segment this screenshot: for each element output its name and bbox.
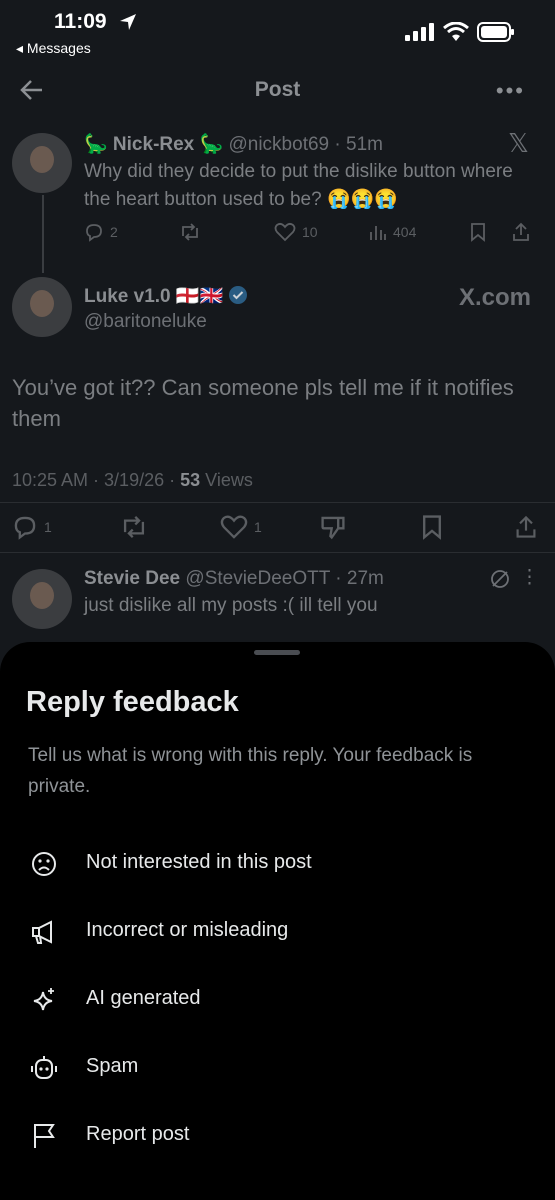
repost-button[interactable] <box>179 222 274 242</box>
sparkle-icon <box>33 988 54 1011</box>
page-title: Post <box>254 78 301 101</box>
parent-display-name[interactable]: 🦕 Nick-Rex 🦕 <box>84 134 223 155</box>
share-icon[interactable] <box>514 515 538 539</box>
divider <box>0 502 555 503</box>
sheet-drag-handle[interactable] <box>254 650 300 655</box>
avatar-luke[interactable] <box>12 277 72 337</box>
views-count: 404 <box>393 224 417 240</box>
post-timestamp: 10:25 AM · 3/19/26 · <box>12 470 176 490</box>
battery-icon <box>477 22 514 42</box>
heart-icon <box>220 515 248 539</box>
reply-post-text: just dislike all my posts :( ill tell yo… <box>84 595 378 616</box>
grok-icon[interactable] <box>489 568 511 590</box>
reply-icon <box>86 224 102 242</box>
post-page: 11:09 ◂ Messages Post ••• 🦕 Nick-Rex 🦕 @… <box>0 0 555 1200</box>
repost-icon <box>182 223 198 241</box>
repost-icon <box>123 516 145 538</box>
like-count: 10 <box>302 224 318 240</box>
main-reply-button[interactable]: 1 <box>12 514 120 540</box>
main-like-button[interactable]: 1 <box>220 514 320 540</box>
reply-display-name[interactable]: Stevie Dee <box>84 568 180 589</box>
option-label: Report post <box>86 1123 190 1145</box>
reply-feedback-sheet: Reply feedback Tell us what is wrong wit… <box>0 642 555 1200</box>
status-time: 11:09 <box>54 10 107 33</box>
share-icon[interactable] <box>511 222 531 242</box>
flag-icon <box>34 1124 55 1148</box>
reply-button[interactable]: 2 <box>84 222 179 242</box>
post-meta: 10:25 AM · 3/19/26 · 53 Views <box>12 470 253 491</box>
source-label: X.com <box>458 284 531 311</box>
x-logo-icon: 𝕏 <box>508 128 529 158</box>
verified-badge-icon <box>229 286 248 304</box>
main-post-actions: 1 1 <box>12 512 542 542</box>
frown-face-icon <box>32 852 56 876</box>
sheet-title: Reply feedback <box>26 686 239 718</box>
like-button[interactable]: 10 <box>274 222 369 242</box>
main-post-header: Luke v1.0 🏴󠁧󠁢󠁥󠁮󠁧󠁿🇬🇧 <box>84 284 248 308</box>
option-spam[interactable]: Spam <box>0 1036 555 1096</box>
robot-icon <box>31 1056 57 1079</box>
avatar-stevie-dee[interactable] <box>12 569 72 629</box>
cellular-signal-icon <box>405 23 434 41</box>
bookmark-icon[interactable] <box>420 514 444 540</box>
parent-handle[interactable]: @nickbot69 <box>228 134 329 155</box>
option-ai-generated[interactable]: AI generated <box>0 968 555 1028</box>
views-button[interactable]: 404 <box>369 223 469 241</box>
reply-handle[interactable]: @StevieDeeOTT <box>185 568 330 589</box>
option-label: Incorrect or misleading <box>86 919 289 941</box>
thumbs-down-icon <box>321 516 345 540</box>
views-chart-icon <box>370 226 386 240</box>
views-total: 53 <box>180 470 201 490</box>
thread-connector <box>42 195 44 273</box>
parent-age: · 51m <box>334 134 383 155</box>
sheet-description: Tell us what is wrong with this reply. Y… <box>28 745 473 797</box>
option-not-interested[interactable]: Not interested in this post <box>0 832 555 892</box>
option-label: Not interested in this post <box>86 851 312 873</box>
back-to-app-link[interactable]: ◂ Messages <box>16 40 91 57</box>
option-report-post[interactable]: Report post <box>0 1104 555 1164</box>
divider <box>0 552 555 553</box>
parent-post-text: Why did they decide to put the dislike b… <box>84 161 513 210</box>
views-label: Views <box>205 470 253 490</box>
reply-more-icon[interactable]: ⋮ <box>520 566 539 589</box>
system-icons <box>405 22 515 42</box>
reply-count: 2 <box>110 224 118 240</box>
main-display-name[interactable]: Luke v1.0 🏴󠁧󠁢󠁥󠁮󠁧󠁿🇬🇧 <box>84 286 223 307</box>
back-app-label: Messages <box>26 40 91 56</box>
reply-icon <box>14 516 36 540</box>
reply-age: · 27m <box>335 568 384 589</box>
main-handle[interactable]: @baritoneluke <box>84 311 207 333</box>
dislike-button[interactable] <box>320 514 420 540</box>
main-like-count: 1 <box>254 519 262 535</box>
heart-icon <box>274 222 296 242</box>
parent-post-header: 🦕 Nick-Rex 🦕 @nickbot69 · 51m <box>84 132 383 156</box>
main-post-text: You’ve got it?? Can someone pls tell me … <box>12 375 514 431</box>
parent-post-actions: 2 10 404 <box>84 222 544 242</box>
option-incorrect-misleading[interactable]: Incorrect or misleading <box>0 900 555 960</box>
option-label: AI generated <box>86 987 201 1009</box>
reply-post-header: Stevie Dee @StevieDeeOTT · 27m <box>84 568 384 590</box>
avatar-nick-rex[interactable] <box>12 133 72 193</box>
main-repost-button[interactable] <box>120 514 220 540</box>
option-label: Spam <box>86 1055 139 1077</box>
more-options-icon[interactable]: ••• <box>496 78 525 104</box>
status-bar: 11:09 ◂ Messages <box>0 0 555 62</box>
location-arrow-icon <box>120 14 136 30</box>
main-reply-count: 1 <box>44 519 52 535</box>
bookmark-icon[interactable] <box>469 222 487 242</box>
wifi-icon <box>443 22 469 41</box>
top-nav: Post ••• <box>0 62 555 118</box>
megaphone-icon <box>32 920 52 944</box>
